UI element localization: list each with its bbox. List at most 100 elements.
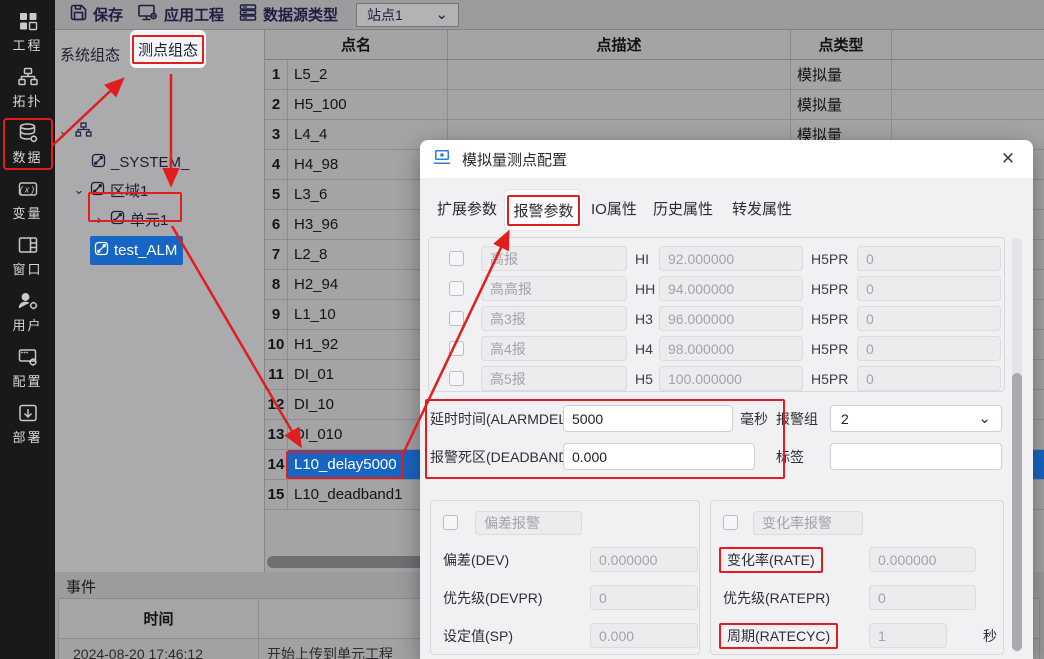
deviation-alarm-checkbox[interactable] [443, 515, 458, 530]
sp-row: 设定值(SP) [431, 623, 699, 649]
table-row[interactable]: 1 L5_2 模拟量 [265, 60, 1044, 90]
tree-node-system[interactable]: _SYSTEM_ [91, 149, 189, 175]
row-index: 6 [265, 210, 288, 239]
hh-code-label: HH [635, 280, 656, 297]
sidebar-item-label: 用户 [12, 318, 43, 333]
tab-alarm-params[interactable]: 报警参数 [505, 190, 582, 230]
h3-alarm-checkbox[interactable] [449, 311, 464, 326]
datasource-type-label: 数据源类型 [263, 7, 339, 24]
dialog-scrollbar-thumb[interactable] [1012, 373, 1022, 651]
row-index: 10 [265, 330, 288, 359]
column-header-time[interactable]: 时间 [59, 599, 259, 638]
apply-project-button[interactable]: 应用工程 [137, 3, 224, 26]
window-icon [17, 234, 39, 256]
deadband-input[interactable] [563, 443, 755, 470]
h5-priority-input [857, 366, 1001, 391]
column-header-name[interactable]: 点名 [265, 30, 448, 59]
dialog-title: 模拟量测点配置 [462, 151, 568, 169]
points-config-tab-label: 测点组态 [131, 34, 204, 64]
hh-priority-input [857, 276, 1001, 301]
row-index: 3 [265, 120, 288, 149]
row-index: 14 [265, 450, 288, 479]
alarm-row-h5: H5 H5PR [429, 366, 1004, 391]
point-name: H5_100 [288, 90, 448, 119]
save-label: 保存 [93, 7, 124, 24]
devpr-label: 优先级(DEVPR) [443, 590, 543, 606]
sidebar-item-config[interactable]: 配置 [3, 342, 53, 394]
dialog-tabs: 扩展参数 报警参数 IO属性 历史属性 转发属性 [420, 188, 1033, 232]
deviation-alarm-group: 偏差(DEV) 优先级(DEVPR) 设定值(SP) [430, 500, 700, 655]
tab-points-config[interactable]: 测点组态 [130, 30, 206, 68]
station-select-value: 站点1 [367, 6, 403, 23]
dev-input [590, 547, 698, 572]
tree-node-unit[interactable]: › 单元1 [93, 206, 168, 232]
database-icon [17, 122, 39, 144]
sidebar-item-users[interactable]: 用户 [3, 286, 53, 338]
point-type: 模拟量 [791, 90, 892, 119]
column-header-type[interactable]: 点类型 [791, 30, 892, 59]
sidebar-item-label: 部署 [12, 430, 43, 445]
tag-label: 标签 [776, 448, 804, 465]
chevron-down-icon: ⌄ [435, 5, 449, 23]
h5-priority-code-label: H5PR [811, 370, 849, 387]
tab-history-props[interactable]: 历史属性 [653, 198, 713, 219]
point-name: L5_2 [288, 60, 448, 89]
table-row[interactable]: 2 H5_100 模拟量 [265, 90, 1044, 120]
sidebar-item-data[interactable]: 数据 [2, 118, 53, 170]
sidebar-item-project[interactable]: 工程 [3, 6, 53, 58]
h4-code-label: H4 [635, 340, 653, 357]
h5-alarm-checkbox[interactable] [449, 371, 464, 386]
sidebar-item-topology[interactable]: 拓扑 [3, 62, 53, 114]
hi-alarm-checkbox[interactable] [449, 251, 464, 266]
user-icon [17, 290, 39, 312]
hi-priority-input [857, 246, 1001, 271]
row-index: 13 [265, 420, 288, 449]
hh-limit-input [659, 276, 803, 301]
analog-point-config-dialog: 模拟量测点配置 ✕ 扩展参数 报警参数 IO属性 历史属性 转发属性 HI H5… [420, 140, 1033, 659]
save-button[interactable]: 保存 [69, 3, 123, 26]
h4-alarm-checkbox[interactable] [449, 341, 464, 356]
h4-limit-input [659, 336, 803, 361]
tab-io-props[interactable]: IO属性 [591, 198, 637, 219]
hh-alarm-checkbox[interactable] [449, 281, 464, 296]
tab-forward-props[interactable]: 转发属性 [732, 198, 792, 219]
row-index: 11 [265, 360, 288, 389]
alarm-group-select[interactable]: 2 ⌄ [830, 405, 1002, 432]
apply-project-label: 应用工程 [164, 7, 225, 24]
h5-limit-input [659, 366, 803, 391]
rate-alarm-checkbox[interactable] [723, 515, 738, 530]
sp-input [590, 623, 698, 648]
sidebar-item-windows[interactable]: 窗口 [3, 230, 53, 282]
settings-icon [17, 346, 39, 368]
tab-system-config[interactable]: 系统组态 [60, 44, 120, 65]
datasource-type-button[interactable]: 数据源类型 [238, 3, 338, 26]
point-type: 模拟量 [791, 60, 892, 89]
hi-alarm-name-input [481, 246, 627, 271]
sidebar-item-deploy[interactable]: 部署 [3, 398, 53, 450]
sidebar-item-variables[interactable]: (x) 变量 [3, 174, 53, 226]
dev-label: 偏差(DEV) [443, 552, 510, 568]
event-time: 2024-08-20 17:46:12 [59, 639, 259, 659]
close-icon[interactable]: ✕ [997, 148, 1019, 170]
tree-node-area[interactable]: ⌄ 区域1 [73, 177, 148, 203]
alarm-row-hi: HI H5PR [429, 246, 1004, 271]
h4-priority-code-label: H5PR [811, 340, 849, 357]
ratecyc-row: 周期(RATECYC) 秒 [711, 623, 1003, 649]
ratecyc-label: 周期(RATECYC) [719, 623, 839, 649]
tree-node-test-alm[interactable]: test_ALM [90, 236, 184, 265]
h5-alarm-name-input [481, 366, 627, 391]
h4-priority-input [857, 336, 1001, 361]
expander-open-icon[interactable]: ⌄ [73, 182, 85, 198]
column-header-desc[interactable]: 点描述 [448, 30, 791, 59]
row-index: 15 [265, 480, 288, 509]
hi-priority-code-label: H5PR [811, 250, 849, 267]
alarm-delay-input[interactable] [563, 405, 733, 432]
expander-closed-icon[interactable]: › [93, 212, 105, 227]
station-select[interactable]: 站点1 ⌄ [356, 2, 460, 27]
tree-root-node[interactable]: ⌄ [58, 118, 92, 144]
tag-input[interactable] [830, 443, 1002, 470]
tab-extended-params[interactable]: 扩展参数 [437, 198, 497, 219]
expander-open-icon[interactable]: ⌄ [58, 123, 70, 139]
svg-text:(x): (x) [19, 185, 36, 195]
alarm-delay-unit: 毫秒 [740, 410, 768, 427]
